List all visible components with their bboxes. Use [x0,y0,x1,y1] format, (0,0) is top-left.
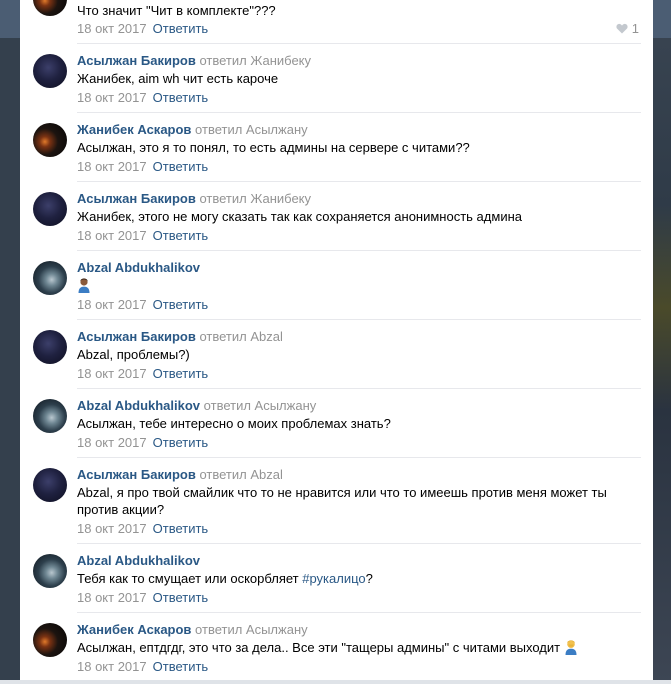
comment-text-part: Тебя как то смущает или оскорбляет [77,571,303,586]
replied-to[interactable]: ответил Асылжану [195,122,308,137]
comment-text: Тебя как то смущает или оскорбляет #рука… [77,570,637,587]
author-name[interactable]: Асылжан Бакиров [77,467,196,482]
comment-date[interactable]: 18 окт 2017 [77,159,147,174]
comment-date[interactable]: 18 окт 2017 [77,228,147,243]
reply-link[interactable]: Ответить [153,590,209,605]
author-name[interactable]: Abzal Abdukhalikov [77,260,200,275]
avatar[interactable] [33,123,67,157]
comment-text: Abzal, проблемы?) [77,347,190,362]
avatar[interactable] [33,623,67,657]
comment-date[interactable]: 18 окт 2017 [77,659,147,674]
comment-author[interactable]: Асылжан Бакиров ответил Жанибеку [77,191,311,206]
comment-date[interactable]: 18 окт 2017 [77,590,147,605]
comment-separator [77,181,641,182]
comment-text: Abzal, я про твой смайлик что то не нрав… [77,485,607,517]
comment-text: Жанибек, aim wh чит есть кароче [77,71,279,86]
comment-meta: 18 окт 2017 Ответить [77,590,208,605]
comment-text: Асылжан, это я то понял, то есть админы … [77,140,470,155]
comment-meta: 18 окт 2017 Ответить [77,659,208,674]
comment-author[interactable]: Жанибек Аскаров ответил Асылжану [77,622,308,637]
comment-date[interactable]: 18 окт 2017 [77,21,147,36]
like-count: 1 [631,21,639,36]
comment-author[interactable]: Асылжан Бакиров ответил Abzal [77,329,283,344]
reply-link[interactable]: Ответить [153,90,209,105]
comment-meta: 18 окт 2017 Ответить [77,366,208,381]
comment-meta: 18 окт 2017 Ответить [77,21,208,36]
header-bar-left [0,0,20,38]
comments-panel: Что значит "Чит в комплекте"??? 18 окт 2… [20,0,653,684]
replied-to[interactable]: ответил Асылжану [195,622,308,637]
comment-author[interactable]: Abzal Abdukhalikov [77,553,200,568]
comment-separator [77,112,641,113]
comment-author[interactable]: Abzal Abdukhalikov [77,260,200,275]
comment-author[interactable]: Abzal Abdukhalikov ответил Асылжану [77,398,316,413]
comment-separator [77,388,641,389]
reply-link[interactable]: Ответить [153,435,209,450]
comment-author[interactable]: Асылжан Бакиров ответил Жанибеку [77,53,311,68]
reply-link[interactable]: Ответить [153,297,209,312]
comment-separator [77,250,641,251]
avatar[interactable] [33,261,67,295]
author-name[interactable]: Асылжан Бакиров [77,191,196,206]
comment-text: Асылжан, тебе интересно о моих проблемах… [77,416,391,431]
comment-text-part: Асылжан, ептдгдг, это что за дела.. Все … [77,640,561,655]
avatar[interactable] [33,0,67,16]
comment-date[interactable]: 18 окт 2017 [77,435,147,450]
author-name[interactable]: Abzal Abdukhalikov [77,553,200,568]
reply-link[interactable]: Ответить [153,366,209,381]
avatar[interactable] [33,399,67,433]
avatar[interactable] [33,330,67,364]
page-background-left [0,0,20,684]
avatar[interactable] [33,54,67,88]
avatar[interactable] [33,468,67,502]
comment-text: Что значит "Чит в комплекте"??? [77,3,276,18]
comment-date[interactable]: 18 окт 2017 [77,521,147,536]
reply-link[interactable]: Ответить [153,159,209,174]
author-name[interactable]: Асылжан Бакиров [77,329,196,344]
comment-meta: 18 окт 2017 Ответить [77,90,208,105]
reply-link[interactable]: Ответить [153,521,209,536]
avatar[interactable] [33,554,67,588]
like-button[interactable]: 1 [616,21,639,36]
comment-text-part: ? [365,571,373,586]
reply-link[interactable]: Ответить [153,21,209,36]
comment-separator [77,43,641,44]
comment-separator [77,612,641,613]
header-bar-right [653,0,671,38]
author-name[interactable]: Жанибек Аскаров [77,122,191,137]
comment-text [77,277,637,294]
comment-date[interactable]: 18 окт 2017 [77,297,147,312]
comment-text: Жанибек, этого не могу сказать так как с… [77,209,522,224]
page-bottom-edge [0,680,671,684]
comment-author[interactable]: Асылжан Бакиров ответил Abzal [77,467,283,482]
heart-icon [616,23,628,34]
comment-meta: 18 окт 2017 Ответить [77,159,208,174]
comment-separator [77,543,641,544]
person-emoji-icon [78,278,90,293]
page-background-right [653,0,671,684]
avatar[interactable] [33,192,67,226]
comment-separator [77,319,641,320]
author-name[interactable]: Abzal Abdukhalikov [77,398,200,413]
comment-meta: 18 окт 2017 Ответить [77,297,208,312]
replied-to[interactable]: ответил Abzal [199,329,282,344]
comment-meta: 18 окт 2017 Ответить [77,435,208,450]
replied-to[interactable]: ответил Жанибеку [199,53,311,68]
replied-to[interactable]: ответил Асылжану [204,398,317,413]
author-name[interactable]: Асылжан Бакиров [77,53,196,68]
reply-link[interactable]: Ответить [153,659,209,674]
replied-to[interactable]: ответил Abzal [199,467,282,482]
replied-to[interactable]: ответил Жанибеку [199,191,311,206]
hashtag-link[interactable]: #рукалицо [302,571,365,586]
comment-date[interactable]: 18 окт 2017 [77,366,147,381]
author-name[interactable]: Жанибек Аскаров [77,622,191,637]
facepalm-emoji-icon [565,640,577,655]
reply-link[interactable]: Ответить [153,228,209,243]
comment-author[interactable]: Жанибек Аскаров ответил Асылжану [77,122,308,137]
comment-text: Асылжан, ептдгдг, это что за дела.. Все … [77,639,637,656]
comment-meta: 18 окт 2017 Ответить [77,521,208,536]
comment-date[interactable]: 18 окт 2017 [77,90,147,105]
comment-meta: 18 окт 2017 Ответить [77,228,208,243]
comment-separator [77,457,641,458]
